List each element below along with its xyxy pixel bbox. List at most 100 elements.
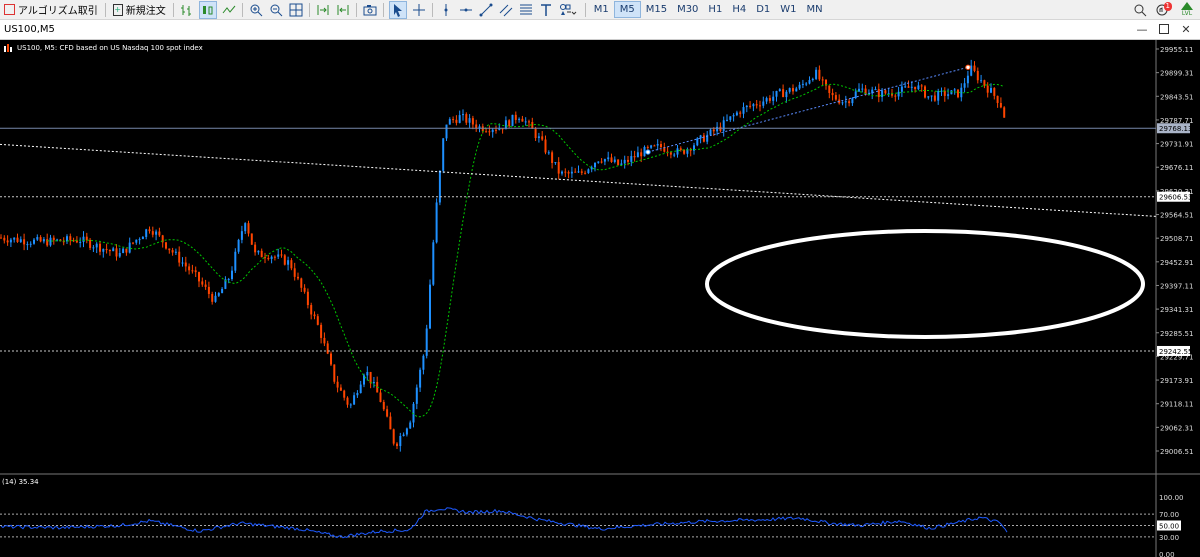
candle-body [471,118,474,125]
timeframe-m1[interactable]: M1 [589,2,614,17]
candle-body [683,149,686,154]
horizontal-line-icon[interactable] [458,2,474,18]
trend-anchor-marker [645,149,651,155]
level-indicator[interactable]: LVL [1176,2,1198,18]
candle-body [610,157,613,162]
timeframe-mn[interactable]: MN [802,2,828,17]
candle-body [122,248,125,254]
close-button[interactable]: ✕ [1178,22,1194,36]
zoom-out-icon[interactable] [268,2,284,18]
line-chart-icon[interactable] [221,2,237,18]
cursor-icon[interactable] [388,0,407,19]
grid-icon[interactable] [288,2,304,18]
candle-body [990,88,992,93]
candle-body [943,90,946,96]
symbol-description: US100, M5: CFD based on US Nasdaq 100 sp… [4,44,203,52]
toolbar-separator [382,2,384,17]
candle-body [227,279,230,281]
candle-body [821,79,824,81]
candle-body [69,236,72,241]
candle-body [755,104,758,106]
candle-body [953,89,956,91]
new-order-button[interactable]: + 新規注文 [109,0,170,19]
candle-body [521,118,524,122]
screenshot-icon[interactable] [362,2,378,18]
candle-body [207,286,210,294]
candle-body [788,88,791,92]
candle-body [854,91,857,99]
candle-body [303,287,306,292]
candle-body [607,157,610,160]
candlestick-chart-icon[interactable] [198,0,217,19]
candle-body [13,237,16,240]
candle-body [356,392,359,396]
shapes-menu-icon[interactable] [558,2,580,18]
candle-body [798,84,801,89]
candle-body [726,119,728,121]
candle-body [633,156,636,158]
rsi-line [0,507,1008,539]
chart-shift-icon[interactable] [335,2,351,18]
candle-body [778,89,781,92]
candle-body [947,94,950,96]
candle-body [462,114,464,116]
fibonacci-icon[interactable] [518,2,534,18]
candle-body [0,237,2,239]
bar-chart-icon[interactable] [179,2,195,18]
candle-body [250,233,253,245]
timeframe-m15[interactable]: M15 [641,2,672,17]
channel-icon[interactable] [498,2,514,18]
candle-body [640,152,643,157]
maximize-button[interactable] [1156,22,1172,36]
crosshair-icon[interactable] [411,2,427,18]
candle-body [237,239,240,252]
candle-body [795,88,798,92]
candle-body [716,126,719,132]
candle-body [511,114,514,127]
candle-body [343,390,346,398]
candle-body [92,247,95,249]
candle-body [749,105,752,107]
zoom-in-icon[interactable] [248,2,264,18]
minimize-button[interactable]: — [1134,22,1150,36]
notification-icon[interactable]: 1 [1152,1,1172,18]
chart-area[interactable]: 29955.11 29899.31 29843.51 29787.71 29731.91… [0,40,1200,557]
candle-body [95,243,98,248]
candle-body [858,88,860,92]
candle-body [6,240,9,243]
candle-body [330,353,332,365]
candle-body [372,381,375,384]
timeframe-h1[interactable]: H1 [703,2,727,17]
candle-body [696,138,699,146]
candle-body [39,237,42,242]
text-tool-icon[interactable] [538,2,554,18]
candle-body [627,159,629,162]
timeframe-d1[interactable]: D1 [751,2,775,17]
algo-trading-button[interactable]: アルゴリズム取引 [0,0,102,19]
price-tick-label: 29564.51 [1160,212,1193,220]
candle-body [316,316,319,325]
candle-body [26,244,29,246]
candle-body [600,161,603,163]
search-icon[interactable] [1132,2,1148,18]
candle-body [46,239,49,246]
vertical-line-icon[interactable] [438,2,454,18]
timeframe-h4[interactable]: H4 [727,2,751,17]
timeframe-m5[interactable]: M5 [613,1,641,18]
price-chart[interactable]: 29955.1129899.3129843.5129787.7129731.91… [0,40,1200,557]
candle-body [148,229,151,232]
candle-body [636,152,639,158]
timeframe-m30[interactable]: M30 [672,2,703,17]
candle-body [392,429,395,444]
candle-body [508,120,511,127]
trendline-icon[interactable] [478,2,494,18]
price-tick-label: 29285.51 [1160,330,1193,338]
auto-scroll-icon[interactable] [315,2,331,18]
candle-body [438,170,441,203]
price-tick-label: 29508.71 [1160,235,1193,243]
candle-body [732,115,735,117]
price-tick-label: 29006.51 [1160,448,1193,456]
candle-body [191,270,194,272]
timeframe-w1[interactable]: W1 [775,2,801,17]
candle-body [181,262,184,264]
